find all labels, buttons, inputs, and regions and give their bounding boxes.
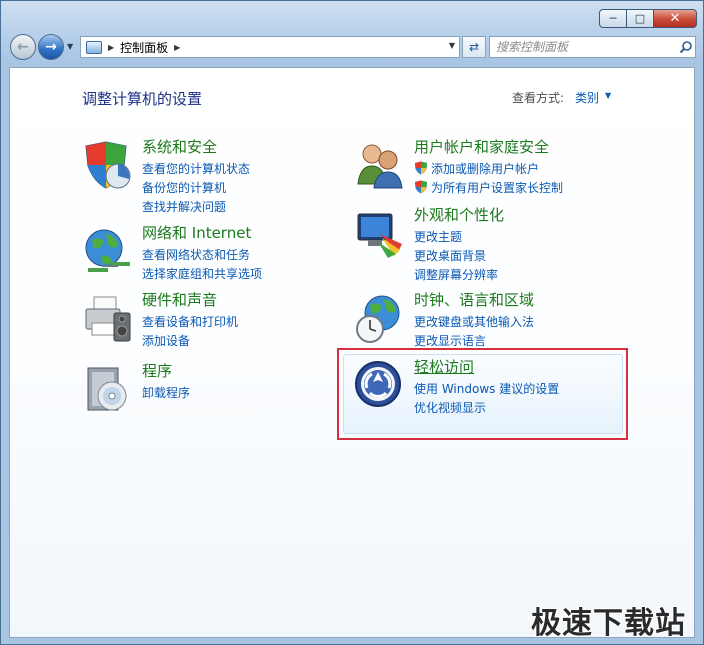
recent-pages-dropdown[interactable]: ▼ xyxy=(67,42,73,51)
category-title[interactable]: 外观和个性化 xyxy=(414,204,504,225)
category-title[interactable]: 硬件和声音 xyxy=(142,289,217,310)
link-windows-suggested-settings[interactable]: 使用 Windows 建议的设置 xyxy=(414,380,559,399)
link-uninstall-program[interactable]: 卸载程序 xyxy=(142,384,190,403)
link-optimize-visual-display[interactable]: 优化视频显示 xyxy=(414,399,559,418)
category-title[interactable]: 用户帐户和家庭安全 xyxy=(414,136,549,157)
address-dropdown-icon[interactable]: ▼ xyxy=(449,41,455,50)
search-box[interactable] xyxy=(489,36,696,58)
link-view-computer-status[interactable]: 查看您的计算机状态 xyxy=(142,160,250,179)
search-input[interactable] xyxy=(496,38,677,56)
view-by-label: 查看方式: xyxy=(512,91,565,105)
view-by-dropdown[interactable]: 类别 xyxy=(575,89,599,106)
shield-pie-icon[interactable] xyxy=(82,140,134,192)
refresh-icon: ⇄ xyxy=(468,40,480,54)
link-add-remove-users[interactable]: 添加或删除用户帐户 xyxy=(414,160,563,179)
breadcrumb-control-panel[interactable]: 控制面板 xyxy=(120,39,168,56)
address-bar[interactable]: ▶ 控制面板 ▶ ▼ xyxy=(80,36,460,58)
link-label[interactable]: 为所有用户设置家长控制 xyxy=(431,181,563,195)
program-disc-icon[interactable] xyxy=(82,364,134,416)
category-title[interactable]: 网络和 Internet xyxy=(142,222,251,243)
category-title[interactable]: 时钟、语言和区域 xyxy=(414,289,534,310)
link-network-status[interactable]: 查看网络状态和任务 xyxy=(142,246,262,265)
link-homegroup-sharing[interactable]: 选择家庭组和共享选项 xyxy=(142,265,262,284)
arrow-left-icon: ← xyxy=(17,39,29,55)
link-label[interactable]: 添加或删除用户帐户 xyxy=(431,162,539,176)
link-change-background[interactable]: 更改桌面背景 xyxy=(414,247,498,266)
link-add-device[interactable]: 添加设备 xyxy=(142,332,238,351)
users-icon[interactable] xyxy=(354,140,406,192)
breadcrumb-chevron-icon[interactable]: ▶ xyxy=(108,43,114,52)
category-title[interactable]: 系统和安全 xyxy=(142,136,217,157)
refresh-button[interactable]: ⇄ xyxy=(462,36,486,58)
link-screen-resolution[interactable]: 调整屏幕分辨率 xyxy=(414,266,498,285)
view-by-dropdown-arrow-icon[interactable]: ▼ xyxy=(605,91,611,100)
search-icon[interactable] xyxy=(677,38,695,56)
link-backup-computer[interactable]: 备份您的计算机 xyxy=(142,179,250,198)
watermark-text: 极速下载站 xyxy=(531,606,686,641)
control-panel-icon xyxy=(86,40,102,54)
control-panel-content: 调整计算机的设置 查看方式: 类别 ▼ 系统和安全 查看您的计算机状态 备份您的… xyxy=(9,67,695,638)
caption-buttons: ─ □ ✕ xyxy=(599,9,697,28)
monitor-palette-icon[interactable] xyxy=(354,208,406,260)
printer-speaker-icon[interactable] xyxy=(82,293,134,345)
breadcrumb-chevron-icon[interactable]: ▶ xyxy=(174,43,180,52)
category-title[interactable]: 轻松访问 xyxy=(414,356,474,377)
globe-network-icon[interactable] xyxy=(82,226,134,278)
globe-clock-icon[interactable] xyxy=(354,293,406,345)
link-troubleshoot[interactable]: 查找并解决问题 xyxy=(142,198,250,217)
navigation-bar: ← → ▼ ▶ 控制面板 ▶ ▼ ⇄ xyxy=(10,34,696,61)
category-title[interactable]: 程序 xyxy=(142,360,172,381)
minimize-button[interactable]: ─ xyxy=(599,9,627,28)
uac-shield-icon xyxy=(415,180,427,194)
link-change-input-method[interactable]: 更改键盘或其他输入法 xyxy=(414,313,534,332)
link-parental-controls[interactable]: 为所有用户设置家长控制 xyxy=(414,179,563,198)
ease-of-access-icon[interactable] xyxy=(354,360,406,412)
link-change-theme[interactable]: 更改主题 xyxy=(414,228,498,247)
page-title: 调整计算机的设置 xyxy=(82,90,203,108)
close-button[interactable]: ✕ xyxy=(653,9,697,28)
maximize-button[interactable]: □ xyxy=(626,9,654,28)
link-devices-printers[interactable]: 查看设备和打印机 xyxy=(142,313,238,332)
control-panel-window: ─ □ ✕ ← → ▼ ▶ 控制面板 ▶ ▼ ⇄ 调整计算机的设置 xyxy=(0,0,704,645)
back-button[interactable]: ← xyxy=(10,34,36,60)
arrow-right-icon: → xyxy=(45,39,57,55)
forward-button[interactable]: → xyxy=(38,34,64,60)
uac-shield-icon xyxy=(415,161,427,175)
